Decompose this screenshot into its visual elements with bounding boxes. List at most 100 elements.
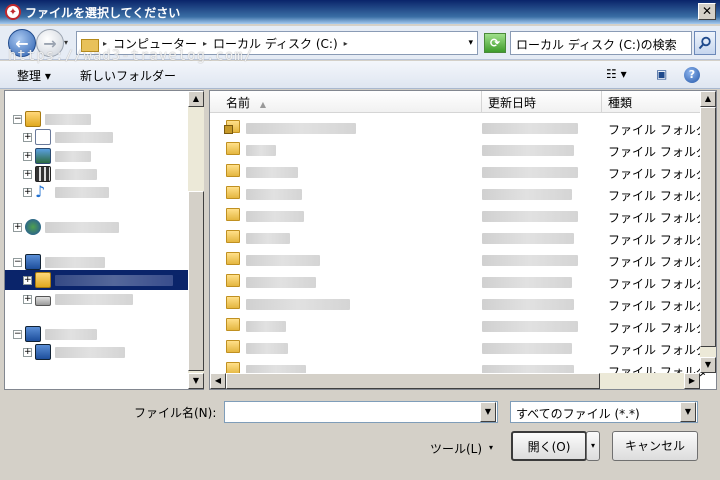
- file-type-dropdown-button[interactable]: ▼: [680, 402, 696, 422]
- tree-item-local-disk-selected[interactable]: +: [5, 270, 189, 290]
- tree-item-drive[interactable]: +: [23, 289, 207, 309]
- file-type-select[interactable]: すべてのファイル (*.*): [510, 401, 698, 423]
- navigation-pane[interactable]: − + + + + ♪ + − + + − + ▲ ▼: [4, 90, 204, 390]
- computer-icon: [25, 254, 41, 270]
- address-dropdown-icon[interactable]: ▾: [468, 38, 473, 48]
- organize-menu[interactable]: 整理 ▾: [17, 67, 51, 84]
- tree-item-computer[interactable]: −: [13, 252, 197, 272]
- scroll-right-button[interactable]: ▶: [684, 373, 700, 389]
- redacted-file-name: [246, 233, 290, 244]
- file-list[interactable]: 名前 ▲ 更新日時 種類 ファイル フォルダー ファイル フォルダー ファイル フォ…: [209, 90, 717, 390]
- redacted-modified-date: [482, 167, 578, 178]
- tools-dropdown-icon[interactable]: ▾: [489, 443, 493, 452]
- tree-item-music[interactable]: + ♪: [23, 182, 207, 202]
- tree-item-videos[interactable]: +: [23, 164, 207, 184]
- scroll-up-button[interactable]: ▲: [188, 91, 204, 107]
- recent-pages-dropdown[interactable]: ▾: [64, 38, 68, 47]
- scroll-thumb[interactable]: [700, 107, 716, 347]
- file-row[interactable]: ファイル フォルダー: [210, 227, 716, 249]
- preview-pane-icon[interactable]: ▣: [656, 67, 667, 81]
- tree-item-network[interactable]: −: [13, 324, 197, 344]
- file-row[interactable]: ファイル フォルダー: [210, 117, 716, 139]
- scroll-thumb[interactable]: [226, 373, 600, 389]
- redacted-file-name: [246, 343, 288, 354]
- title-bar: ✦ ファイルを選択してください ✕: [0, 0, 720, 24]
- folder-icon: [226, 230, 240, 243]
- folder-icon: [226, 208, 240, 221]
- collapse-icon[interactable]: −: [13, 114, 22, 124]
- tree-item-homegroup[interactable]: +: [13, 217, 197, 237]
- pictures-icon: [35, 148, 51, 164]
- breadcrumb-separator-icon[interactable]: ▸: [101, 39, 109, 48]
- expand-icon[interactable]: +: [23, 187, 32, 197]
- search-button[interactable]: [694, 31, 716, 55]
- help-icon[interactable]: ?: [684, 67, 700, 83]
- column-name-label: 名前: [226, 96, 251, 110]
- redacted-file-name: [246, 189, 302, 200]
- pane-splitter[interactable]: [205, 90, 208, 390]
- scroll-left-button[interactable]: ◀: [210, 373, 226, 389]
- breadcrumb-separator-icon[interactable]: ▸: [342, 39, 350, 48]
- expand-icon[interactable]: +: [23, 151, 32, 161]
- redacted-modified-date: [482, 233, 574, 244]
- filename-input[interactable]: [224, 401, 498, 423]
- view-options-icon[interactable]: ☷ ▾: [606, 67, 627, 81]
- column-header-date[interactable]: 更新日時: [482, 91, 602, 113]
- file-row[interactable]: ファイル フォルダー: [210, 183, 716, 205]
- tools-menu[interactable]: ツール(L): [430, 440, 482, 457]
- videos-icon: [35, 166, 51, 182]
- collapse-icon[interactable]: −: [13, 257, 22, 267]
- scroll-thumb[interactable]: [188, 191, 204, 371]
- redacted-modified-date: [482, 189, 572, 200]
- expand-icon[interactable]: +: [23, 275, 32, 285]
- collapse-icon[interactable]: −: [13, 329, 22, 339]
- file-row[interactable]: ファイル フォルダー: [210, 249, 716, 271]
- file-row[interactable]: ファイル フォルダー: [210, 161, 716, 183]
- watermark-text: https://wad3-travelog.com/: [8, 48, 254, 64]
- file-row[interactable]: ファイル フォルダー: [210, 271, 716, 293]
- column-header-type[interactable]: 種類: [602, 91, 702, 113]
- file-row[interactable]: ファイル フォルダー: [210, 205, 716, 227]
- scroll-down-button[interactable]: ▼: [188, 373, 204, 389]
- scroll-up-button[interactable]: ▲: [700, 91, 716, 107]
- redacted-file-name: [246, 123, 356, 134]
- open-button[interactable]: 開く(O): [511, 431, 587, 461]
- file-row[interactable]: ファイル フォルダー: [210, 337, 716, 359]
- open-options-dropdown[interactable]: ▾: [586, 431, 600, 461]
- network-pc-icon: [35, 344, 51, 360]
- filename-dropdown-button[interactable]: ▼: [480, 402, 496, 422]
- expand-icon[interactable]: +: [23, 169, 32, 179]
- local-disk-icon: [35, 272, 51, 288]
- close-button[interactable]: ✕: [698, 3, 716, 20]
- folder-icon: [226, 340, 240, 353]
- tree-item-network-pc[interactable]: +: [23, 342, 207, 362]
- redacted-label: [45, 328, 97, 340]
- filename-label: ファイル名(N):: [134, 406, 217, 420]
- search-input[interactable]: ローカル ディスク (C:)の検索: [510, 31, 692, 55]
- breadcrumb-separator-icon[interactable]: ▸: [201, 39, 209, 48]
- music-icon: ♪: [35, 182, 46, 201]
- expand-icon[interactable]: +: [23, 132, 32, 142]
- expand-icon[interactable]: +: [23, 294, 32, 304]
- filelist-vertical-scrollbar[interactable]: ▲ ▼: [700, 91, 716, 373]
- expand-icon[interactable]: +: [23, 347, 32, 357]
- cancel-button[interactable]: キャンセル: [612, 431, 698, 461]
- file-row[interactable]: ファイル フォルダー: [210, 293, 716, 315]
- folder-icon: [226, 274, 240, 287]
- column-header-name[interactable]: 名前 ▲: [210, 91, 482, 113]
- filelist-horizontal-scrollbar[interactable]: ◀ ▶: [210, 373, 700, 389]
- tree-item-documents[interactable]: +: [23, 127, 207, 147]
- file-row[interactable]: ファイル フォルダー: [210, 139, 716, 161]
- redacted-file-name: [246, 167, 298, 178]
- new-folder-button[interactable]: 新しいフォルダー: [80, 67, 176, 84]
- tree-item-pictures[interactable]: +: [23, 146, 207, 166]
- navpane-scrollbar[interactable]: ▲ ▼: [188, 91, 204, 389]
- file-row[interactable]: ファイル フォルダー: [210, 315, 716, 337]
- tree-item-libraries[interactable]: −: [13, 109, 197, 129]
- expand-icon[interactable]: +: [13, 222, 22, 232]
- homegroup-icon: [25, 219, 41, 235]
- redacted-label: [55, 150, 91, 162]
- redacted-modified-date: [482, 299, 574, 310]
- refresh-button[interactable]: ⟳: [484, 33, 506, 53]
- scroll-down-button[interactable]: ▼: [700, 357, 716, 373]
